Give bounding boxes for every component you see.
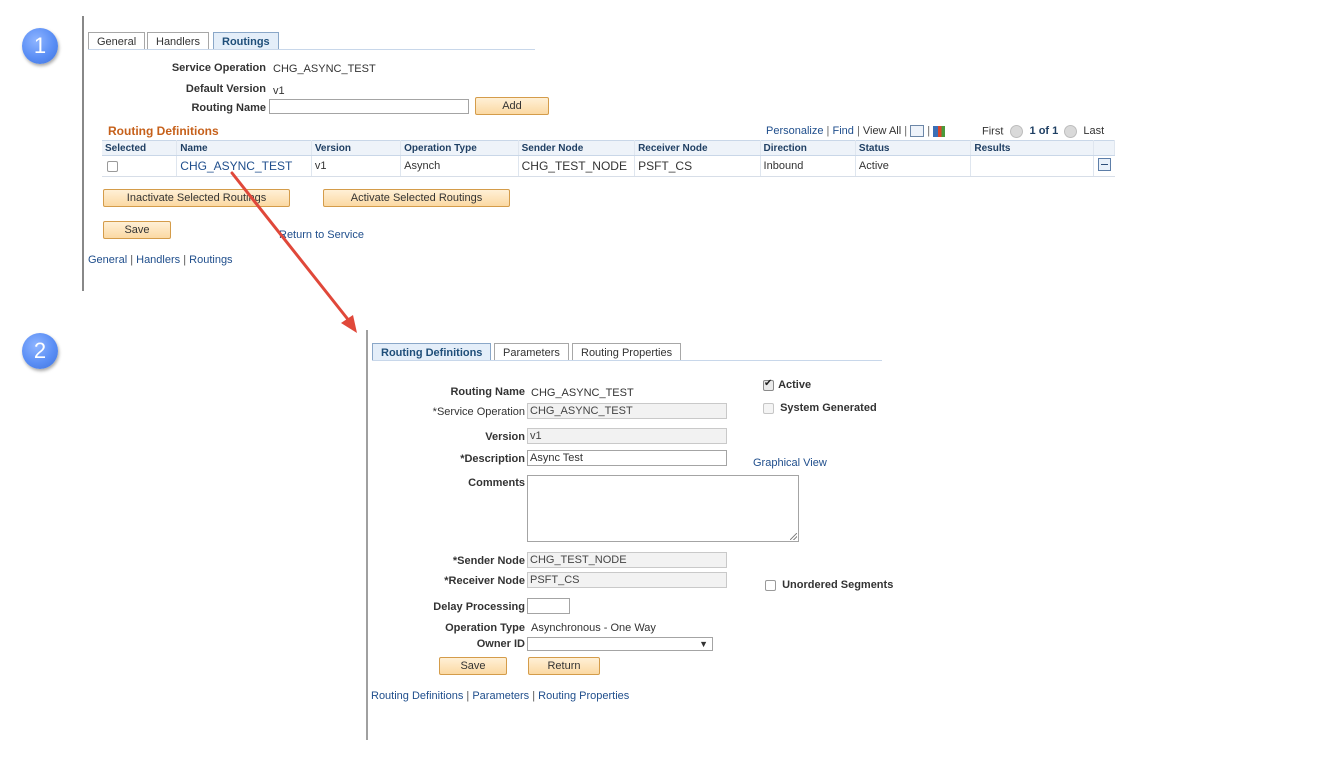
description-input[interactable]: Async Test xyxy=(527,450,727,466)
version-label: Version xyxy=(485,431,525,443)
footer-nav-2: Routing Definitions | Parameters | Routi… xyxy=(371,690,630,702)
graphical-view-link[interactable]: Graphical View xyxy=(753,457,827,469)
comments-label: Comments xyxy=(468,477,525,489)
delay-processing-label: Delay Processing xyxy=(433,601,525,613)
service-operation-field: CHG_ASYNC_TEST xyxy=(527,403,727,419)
active-checkbox-row: Active xyxy=(763,378,812,391)
arrow-shaft xyxy=(230,171,352,324)
panel2-left-edge xyxy=(366,330,368,740)
description-label: *Description xyxy=(460,453,525,465)
owner-id-select[interactable]: ▼ xyxy=(527,637,713,651)
comments-textarea[interactable] xyxy=(527,475,799,542)
service-operation-label-2: *Service Operation xyxy=(432,406,525,418)
tab-routing-properties[interactable]: Routing Properties xyxy=(572,343,682,361)
active-label: Active xyxy=(778,379,812,391)
delay-processing-input[interactable] xyxy=(527,598,570,614)
unordered-segments-row: Unordered Segments xyxy=(765,579,893,591)
system-generated-label: System Generated xyxy=(780,402,877,414)
save-button-2[interactable]: Save xyxy=(439,657,507,675)
receiver-node-field: PSFT_CS xyxy=(527,572,727,588)
unordered-segments-checkbox[interactable] xyxy=(765,579,776,591)
sender-node-label: *Sender Node xyxy=(452,555,525,567)
system-generated-checkbox xyxy=(763,402,774,414)
arrow-head xyxy=(341,315,357,333)
system-generated-row: System Generated xyxy=(763,402,877,414)
version-field: v1 xyxy=(527,428,727,444)
footer-link-routing-definitions[interactable]: Routing Definitions xyxy=(371,690,463,702)
footer-link-parameters[interactable]: Parameters xyxy=(472,690,529,702)
routing-name-value-2: CHG_ASYNC_TEST xyxy=(531,387,634,399)
sender-node-field: CHG_TEST_NODE xyxy=(527,552,727,568)
active-checkbox[interactable] xyxy=(763,378,774,391)
operation-type-value: Asynchronous - One Way xyxy=(531,622,656,634)
footer-link-routing-properties[interactable]: Routing Properties xyxy=(538,690,629,702)
unordered-segments-label: Unordered Segments xyxy=(782,579,894,591)
chevron-down-icon: ▼ xyxy=(699,639,708,649)
tab-routing-definitions[interactable]: Routing Definitions xyxy=(372,343,492,361)
resize-handle-icon[interactable] xyxy=(790,533,797,540)
tab-parameters[interactable]: Parameters xyxy=(494,343,569,361)
routing-name-label-2: Routing Name xyxy=(450,386,525,398)
return-button[interactable]: Return xyxy=(528,657,600,675)
operation-type-label: Operation Type xyxy=(445,622,525,634)
tab2-underline xyxy=(372,360,882,361)
owner-id-label: Owner ID xyxy=(476,638,525,650)
receiver-node-label: *Receiver Node xyxy=(444,575,525,587)
